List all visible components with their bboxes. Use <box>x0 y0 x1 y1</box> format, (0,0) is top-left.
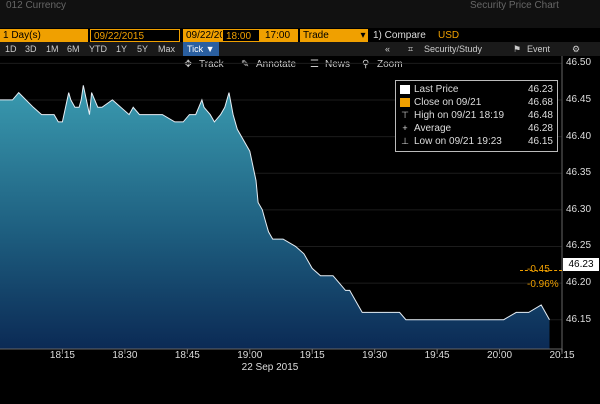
y-tick-label: 46.45 <box>566 93 592 105</box>
legend-row-last-price: Last Price 46.23 <box>400 83 553 96</box>
legend-row-average: + Average 46.28 <box>400 122 553 135</box>
y-tick-label: 46.30 <box>566 203 592 215</box>
legend-row-low: ⊥ Low on 09/21 19:23 46.15 <box>401 136 553 147</box>
x-tick-label: 20:00 <box>487 350 513 361</box>
average-marker-icon: + <box>402 123 408 133</box>
legend-row-close: Close on 09/21 46.68 <box>400 96 553 109</box>
last-price-swatch <box>400 85 410 94</box>
x-tick-label: 19:30 <box>362 350 388 361</box>
y-axis: 46.50 46.45 46.40 46.35 46.30 46.25 46.20 46.15 <box>563 56 600 350</box>
x-tick-label: 20:15 <box>549 350 575 361</box>
change-abs-label: -0.45 <box>527 264 550 275</box>
x-axis-date-label: 22 Sep 2015 <box>241 362 299 373</box>
x-tick-label: 19:15 <box>299 350 325 361</box>
price-chart[interactable] <box>0 0 600 404</box>
y-tick-label: 46.35 <box>566 167 592 179</box>
y-tick-label: 46.50 <box>566 57 592 69</box>
x-tick-label: 18:15 <box>49 350 75 361</box>
y-tick-label: 46.40 <box>566 130 592 142</box>
low-marker-icon: ⊥ <box>401 136 409 146</box>
chart-legend[interactable]: Last Price 46.23 Close on 09/21 46.68 ⊤ … <box>395 80 558 152</box>
legend-row-high: ⊤ High on 09/21 18:19 46.48 <box>401 110 553 121</box>
x-tick-label: 18:45 <box>174 350 200 361</box>
y-tick-label: 46.20 <box>566 277 592 289</box>
x-tick-label: 19:00 <box>237 350 263 361</box>
y-tick-label: 46.15 <box>566 313 592 325</box>
close-swatch <box>400 98 410 107</box>
y-tick-label: 46.25 <box>566 240 592 252</box>
x-tick-label: 18:30 <box>112 350 138 361</box>
change-pct-label: -0.96% <box>527 279 559 290</box>
last-price-box: 46.23 <box>563 258 599 271</box>
x-tick-label: 19:45 <box>424 350 450 361</box>
high-marker-icon: ⊤ <box>401 110 409 120</box>
